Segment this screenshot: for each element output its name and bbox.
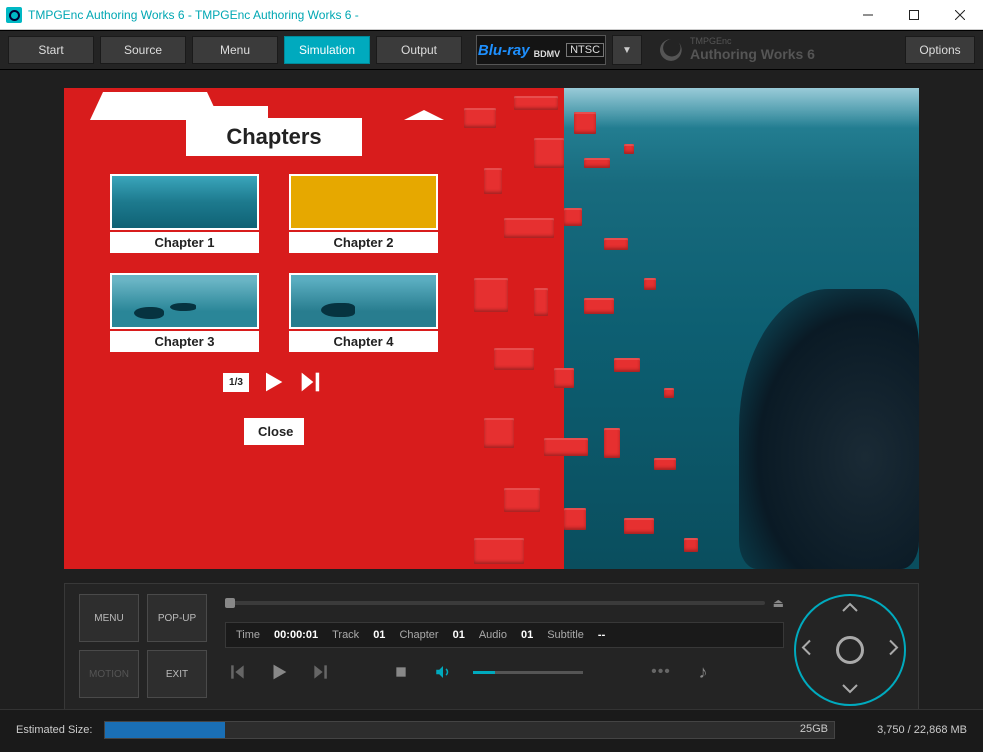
remote-exit-button[interactable]: EXIT xyxy=(147,650,207,698)
volume-slider[interactable] xyxy=(473,671,583,674)
dpad-down[interactable] xyxy=(841,682,859,700)
nav-start[interactable]: Start xyxy=(8,36,94,64)
chapter-3[interactable]: Chapter 3 xyxy=(110,273,259,352)
chapter-1-label: Chapter 1 xyxy=(110,232,259,253)
maximize-button[interactable] xyxy=(891,0,937,30)
chapter-value: 01 xyxy=(453,629,465,641)
time-label: Time xyxy=(236,629,260,641)
close-button[interactable] xyxy=(937,0,983,30)
remote-popup-button[interactable]: POP-UP xyxy=(147,594,207,642)
chapter-4-label: Chapter 4 xyxy=(289,331,438,352)
bdmv-label: BDMV xyxy=(534,49,561,59)
subtitle-value: -- xyxy=(598,629,605,641)
preview-area: Chapters Chapter 1 Chapter 2 Chapter 3 xyxy=(0,70,983,579)
brand-line1: TMPGEnc xyxy=(690,36,815,46)
estimated-size-total: 3,750 / 22,868 MB xyxy=(847,724,967,736)
brand-line2: Authoring Works 6 xyxy=(690,46,815,62)
menu-close-button[interactable]: Close xyxy=(244,418,304,445)
brand-logo: TMPGEnc Authoring Works 6 xyxy=(658,36,815,64)
volume-icon[interactable] xyxy=(431,660,455,684)
remote-motion-button: MOTION xyxy=(79,650,139,698)
subtitle-label: Subtitle xyxy=(547,629,584,641)
control-panel: MENU POP-UP MOTION EXIT ⏏ Time 00:00:01 … xyxy=(0,579,983,709)
options-button[interactable]: Options xyxy=(905,36,975,64)
nav-output[interactable]: Output xyxy=(376,36,462,64)
nav-simulation[interactable]: Simulation xyxy=(284,36,370,64)
chapter-2[interactable]: Chapter 2 xyxy=(289,174,438,253)
ntsc-label: NTSC xyxy=(566,43,604,57)
window-title: TMPGEnc Authoring Works 6 - TMPGEnc Auth… xyxy=(28,8,359,22)
chapter-3-label: Chapter 3 xyxy=(110,331,259,352)
format-dropdown[interactable]: ▼ xyxy=(612,35,642,65)
audio-label: Audio xyxy=(479,629,507,641)
estimated-size-bar: 25GB xyxy=(104,721,835,739)
menu-next-icon[interactable] xyxy=(297,368,325,396)
chapter-2-label: Chapter 2 xyxy=(289,232,438,253)
audio-value: 01 xyxy=(521,629,533,641)
eject-icon[interactable]: ⏏ xyxy=(773,596,784,610)
chapters-menu: Chapters Chapter 1 Chapter 2 Chapter 3 xyxy=(64,88,484,445)
chapters-heading: Chapters xyxy=(186,118,361,156)
seek-slider[interactable] xyxy=(225,601,765,605)
bluray-label: Blu-ray xyxy=(478,42,530,59)
format-display: Blu-ray BDMV NTSC xyxy=(476,35,606,65)
stop-icon[interactable] xyxy=(389,660,413,684)
nav-menu[interactable]: Menu xyxy=(192,36,278,64)
brand-swirl-icon xyxy=(658,37,684,63)
titlebar: TMPGEnc Authoring Works 6 - TMPGEnc Auth… xyxy=(0,0,983,30)
chapter-3-thumb xyxy=(110,273,259,329)
track-label: Track xyxy=(332,629,359,641)
minimize-button[interactable] xyxy=(845,0,891,30)
video-preview[interactable]: Chapters Chapter 1 Chapter 2 Chapter 3 xyxy=(64,88,919,569)
remote-menu-button[interactable]: MENU xyxy=(79,594,139,642)
time-value: 00:00:01 xyxy=(274,629,318,641)
app-icon xyxy=(6,7,22,23)
dpad-ok[interactable] xyxy=(836,636,864,664)
chapter-label: Chapter xyxy=(399,629,438,641)
status-bar: Estimated Size: 25GB 3,750 / 22,868 MB xyxy=(0,709,983,749)
play-icon[interactable] xyxy=(267,660,291,684)
chapter-1[interactable]: Chapter 1 xyxy=(110,174,259,253)
subtitle-icon[interactable]: ••• xyxy=(649,660,673,684)
dpad-up[interactable] xyxy=(841,600,859,618)
next-chapter-icon[interactable] xyxy=(309,660,333,684)
menu-play-icon[interactable] xyxy=(259,368,287,396)
playback-info-bar: Time 00:00:01 Track 01 Chapter 01 Audio … xyxy=(225,622,784,648)
chapter-1-thumb xyxy=(110,174,259,230)
chapter-4-thumb xyxy=(289,273,438,329)
nav-source[interactable]: Source xyxy=(100,36,186,64)
dpad-left[interactable] xyxy=(800,639,812,662)
chapter-page-indicator: 1/3 xyxy=(223,373,249,392)
capacity-label: 25GB xyxy=(800,723,828,735)
dpad-right[interactable] xyxy=(888,639,900,662)
track-value: 01 xyxy=(373,629,385,641)
dpad xyxy=(794,594,906,706)
audio-icon[interactable]: ♪ xyxy=(691,660,715,684)
chapter-2-thumb xyxy=(289,174,438,230)
estimated-size-label: Estimated Size: xyxy=(16,724,92,736)
main-toolbar: Start Source Menu Simulation Output Blu-… xyxy=(0,30,983,70)
prev-chapter-icon[interactable] xyxy=(225,660,249,684)
chapter-4[interactable]: Chapter 4 xyxy=(289,273,438,352)
